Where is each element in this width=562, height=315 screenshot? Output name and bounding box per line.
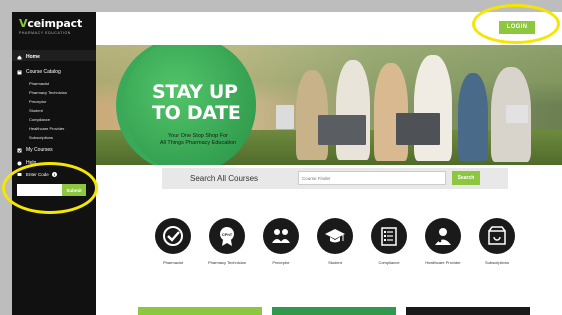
hero-person	[414, 55, 452, 161]
home-icon	[17, 55, 22, 60]
people-icon	[263, 218, 299, 254]
browser-viewport: Vceimpact PHARMACY EDUCATION Home Course…	[12, 12, 562, 315]
doctor-icon	[425, 218, 461, 254]
check-icon	[155, 218, 191, 254]
cpht-badge-icon: CPhT	[209, 218, 245, 254]
hero-person	[458, 73, 488, 161]
sidebar-subitem-compliance[interactable]: Compliance	[29, 117, 50, 122]
hero-subtitle: Your One Stop Shop For All Things Pharma…	[148, 133, 248, 147]
course-search-bar: Search All Courses Search	[162, 168, 508, 189]
hero-tablet	[276, 105, 294, 129]
category-compliance[interactable]: Compliance	[367, 218, 411, 265]
sidebar-item-label: My Courses	[26, 147, 53, 153]
hero-person	[374, 63, 408, 161]
category-pharmacist[interactable]: Pharmacist	[151, 218, 195, 265]
hero-title-line1: STAY UP	[152, 81, 238, 103]
hero-person	[336, 60, 370, 160]
category-student[interactable]: Student	[313, 218, 357, 265]
sidebar-subitem-preceptor[interactable]: Preceptor	[29, 99, 46, 104]
sidebar-subitem-pharmacist[interactable]: Pharmacist	[29, 81, 49, 86]
hero-subtitle-line1: Your One Stop Shop For	[167, 133, 229, 139]
hero-tablet	[506, 105, 528, 123]
course-finder-input[interactable]	[298, 171, 446, 185]
search-button[interactable]: Search	[452, 171, 480, 185]
help-icon	[17, 161, 22, 166]
book-icon	[17, 70, 22, 75]
sidebar-subitem-student[interactable]: Student	[29, 108, 43, 113]
category-label: Healthcare Provider	[425, 260, 461, 265]
search-label: Search All Courses	[190, 174, 259, 183]
sidebar-subitem-pharmacy-technician[interactable]: Pharmacy Technician	[29, 90, 67, 95]
bottom-panel-black[interactable]	[406, 307, 530, 315]
hero-laptop	[396, 113, 440, 145]
graduation-cap-icon	[317, 218, 353, 254]
sidebar-subitem-subscriptions[interactable]: Subscriptions	[29, 135, 53, 140]
category-label: Pharmacy Technician	[208, 260, 246, 265]
category-subscriptions[interactable]: Subscriptions	[475, 218, 519, 265]
hero-laptop	[318, 115, 366, 145]
sidebar-item-home[interactable]: Home	[17, 54, 40, 60]
annotation-circle-login	[472, 4, 560, 44]
bottom-panel-green-dark[interactable]	[272, 307, 396, 315]
svg-text:CPhT: CPhT	[222, 232, 233, 237]
hero-banner: STAY UP TO DATE Your One Stop Shop For A…	[96, 45, 562, 165]
bottom-panel-green-light[interactable]	[138, 307, 262, 315]
subscription-box-icon	[479, 218, 515, 254]
checklist-icon	[371, 218, 407, 254]
category-label: Preceptor	[272, 260, 290, 265]
category-label: Pharmacist	[162, 260, 183, 265]
courses-icon	[17, 148, 22, 153]
sidebar-item-label: Home	[26, 54, 40, 60]
category-pharmacy-technician[interactable]: CPhT Pharmacy Technician	[205, 218, 249, 265]
hero-title: STAY UP TO DATE	[152, 82, 241, 124]
category-label: Student	[328, 260, 342, 265]
category-label: Compliance	[378, 260, 400, 265]
ceimpact-logo[interactable]: Vceimpact PHARMACY EDUCATION	[19, 18, 91, 42]
category-preceptor[interactable]: Preceptor	[259, 218, 303, 265]
logo-subtitle: PHARMACY EDUCATION	[19, 31, 71, 35]
hero-title-line2: TO DATE	[152, 102, 241, 124]
sidebar-item-course-catalog[interactable]: Course Catalog	[17, 69, 61, 75]
sidebar-item-label: Course Catalog	[26, 69, 61, 75]
sidebar-item-my-courses[interactable]: My Courses	[17, 147, 53, 153]
annotation-circle-enter-code	[2, 162, 98, 214]
sidebar-subitem-healthcare-provider[interactable]: Healthcare Provider	[29, 126, 64, 131]
category-healthcare-provider[interactable]: Healthcare Provider	[421, 218, 465, 265]
hero-subtitle-line2: All Things Pharmacy Education	[159, 140, 237, 146]
logo-text: ceimpact	[27, 17, 83, 30]
category-label: Subscriptions	[484, 260, 509, 265]
